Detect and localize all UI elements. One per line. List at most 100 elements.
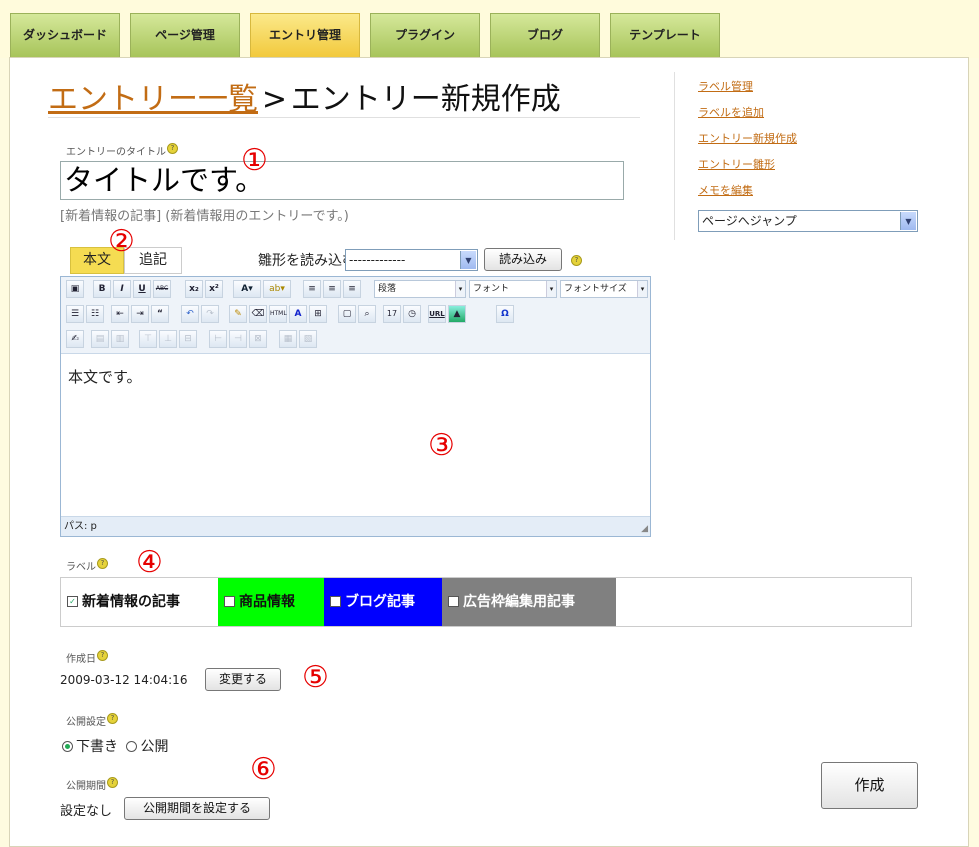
row-before-icon[interactable]: ⊤ — [139, 330, 157, 348]
annotation-marker-3: ③ — [428, 428, 455, 463]
superscript-icon[interactable]: x² — [205, 280, 223, 298]
editor-path-bar: パス: p — [61, 516, 650, 536]
help-icon[interactable]: ? — [571, 255, 582, 266]
undo-icon[interactable]: ↶ — [181, 305, 199, 323]
bold-icon[interactable]: B — [93, 280, 111, 298]
checkbox-icon[interactable] — [330, 595, 341, 607]
tab-templates[interactable]: テンプレート — [610, 13, 720, 57]
table-icon[interactable]: ▤ — [91, 330, 109, 348]
insert-link-icon[interactable]: URL — [428, 305, 446, 323]
table-row-icon[interactable]: ▥ — [111, 330, 129, 348]
radio-public[interactable]: 公開 — [126, 739, 168, 755]
search-icon[interactable]: ⌕ — [358, 305, 376, 323]
insert-attribute-icon[interactable]: ⊞ — [309, 305, 327, 323]
created-date: 2009-03-12 14:04:16 — [60, 673, 188, 687]
highlight-color-icon[interactable]: ab▾ — [263, 280, 291, 298]
align-left-icon[interactable]: ≡ — [303, 280, 321, 298]
align-right-icon[interactable]: ≡ — [343, 280, 361, 298]
align-center-icon[interactable]: ≡ — [323, 280, 341, 298]
italic-icon[interactable]: I — [113, 280, 131, 298]
text-color-icon[interactable]: A▾ — [233, 280, 261, 298]
tab-dashboard[interactable]: ダッシュボード — [10, 13, 120, 57]
row-after-icon[interactable]: ⊥ — [159, 330, 177, 348]
tab-page-management[interactable]: ページ管理 — [130, 13, 240, 57]
special-char-icon[interactable]: Ω — [496, 305, 514, 323]
editor-content[interactable]: 本文です。 — [68, 366, 142, 387]
set-period-button[interactable]: 公開期間を設定する — [124, 797, 270, 820]
subscript-icon[interactable]: x₂ — [185, 280, 203, 298]
page-title: エントリー一覧 > エントリー新規作成 — [48, 74, 561, 118]
insert-image-icon[interactable]: ▲ — [448, 305, 466, 323]
help-icon[interactable]: ? — [97, 558, 108, 569]
template-loader-label: 雛形を読み込む — [258, 253, 356, 269]
created-heading-text: 作成日 — [66, 654, 96, 665]
help-icon[interactable]: ? — [107, 713, 118, 724]
publish-heading-text: 公開設定 — [66, 717, 106, 728]
created-heading: 作成日? — [66, 650, 108, 665]
tab-blog[interactable]: ブログ — [490, 13, 600, 57]
checkbox-checked-icon[interactable]: ✓ — [67, 595, 78, 607]
font-select[interactable]: フォント ▾ — [469, 280, 557, 298]
annotation-marker-4: ④ — [136, 545, 163, 580]
tab-plugins[interactable]: プラグイン — [370, 13, 480, 57]
label-item-blog[interactable]: ブログ記事 — [324, 578, 442, 626]
fullscreen-icon[interactable]: ▢ — [338, 305, 356, 323]
font-style-icon[interactable]: A — [289, 305, 307, 323]
cleanup-icon[interactable]: ✎ — [229, 305, 247, 323]
help-icon[interactable]: ? — [107, 777, 118, 788]
font-size-select[interactable]: フォントサイズ ▾ — [560, 280, 648, 298]
format-select[interactable]: 段落 ▾ — [374, 280, 466, 298]
template-select[interactable]: ------------- ▼ — [345, 249, 478, 271]
label-item-products[interactable]: 商品情報 — [218, 578, 324, 626]
indent-icon[interactable]: ⇥ — [131, 305, 149, 323]
sidebar-link-new-entry[interactable]: エントリー新規作成 — [698, 130, 797, 146]
create-button[interactable]: 作成 — [821, 762, 918, 809]
label-item-ad[interactable]: 広告枠編集用記事 — [442, 578, 616, 626]
col-before-icon[interactable]: ⊢ — [209, 330, 227, 348]
resize-handle-icon[interactable]: ◢ — [641, 524, 648, 534]
help-icon[interactable]: ? — [97, 650, 108, 661]
save-icon[interactable]: ▣ — [66, 280, 84, 298]
breadcrumb-entry-list-link[interactable]: エントリー一覧 — [48, 82, 258, 117]
load-template-button[interactable]: 読み込み — [484, 248, 562, 271]
chevron-down-icon: ▾ — [455, 281, 465, 297]
sidebar-link-label-management[interactable]: ラベル管理 — [698, 78, 753, 94]
sidebar-link-entry-template[interactable]: エントリー雛形 — [698, 156, 775, 172]
checkbox-icon[interactable] — [224, 595, 235, 607]
radio-draft-label: 下書き — [76, 739, 118, 755]
split-cells-icon[interactable]: ▦ — [279, 330, 297, 348]
redo-icon[interactable]: ↷ — [201, 305, 219, 323]
delete-col-icon[interactable]: ⊠ — [249, 330, 267, 348]
tab-entry-management[interactable]: エントリ管理 — [250, 13, 360, 57]
checkbox-icon[interactable] — [448, 595, 459, 607]
insert-time-icon[interactable]: ◷ — [403, 305, 421, 323]
col-after-icon[interactable]: ⊣ — [229, 330, 247, 348]
insert-date-icon[interactable]: 17 — [383, 305, 401, 323]
label-item-news-text: 新着情報の記事 — [82, 594, 180, 610]
strikethrough-icon[interactable]: ABC — [153, 280, 171, 298]
annotation-marker-6: ⑥ — [250, 752, 277, 787]
eraser-icon[interactable]: ⌫ — [249, 305, 267, 323]
merge-cells-icon[interactable]: ▧ — [299, 330, 317, 348]
numbered-list-icon[interactable]: ☷ — [86, 305, 104, 323]
underline-icon[interactable]: U — [133, 280, 151, 298]
outdent-icon[interactable]: ⇤ — [111, 305, 129, 323]
template-select-value: ------------- — [349, 253, 406, 267]
radio-draft[interactable]: 下書き — [62, 739, 118, 755]
delete-row-icon[interactable]: ⊟ — [179, 330, 197, 348]
change-date-button[interactable]: 変更する — [205, 668, 281, 691]
edit-icon[interactable]: ✍ — [66, 330, 84, 348]
radio-icon[interactable] — [126, 740, 138, 752]
help-icon[interactable]: ? — [167, 143, 178, 154]
page-jump-select[interactable]: ページへジャンプ ▼ — [698, 210, 918, 232]
radio-selected-icon[interactable] — [62, 740, 73, 752]
sidebar-link-edit-memo[interactable]: メモを編集 — [698, 182, 753, 198]
labels-heading-text: ラベル — [66, 562, 96, 573]
sidebar-link-add-label[interactable]: ラベルを追加 — [698, 104, 764, 120]
top-nav: ダッシュボード ページ管理 エントリ管理 プラグイン ブログ テンプレート — [0, 0, 979, 58]
bullet-list-icon[interactable]: ☰ — [66, 305, 84, 323]
html-source-icon[interactable]: HTML — [269, 305, 287, 323]
blockquote-icon[interactable]: “ — [151, 305, 169, 323]
label-item-news[interactable]: ✓ 新着情報の記事 — [61, 578, 218, 626]
title-input[interactable]: タイトルです。 — [60, 161, 624, 200]
